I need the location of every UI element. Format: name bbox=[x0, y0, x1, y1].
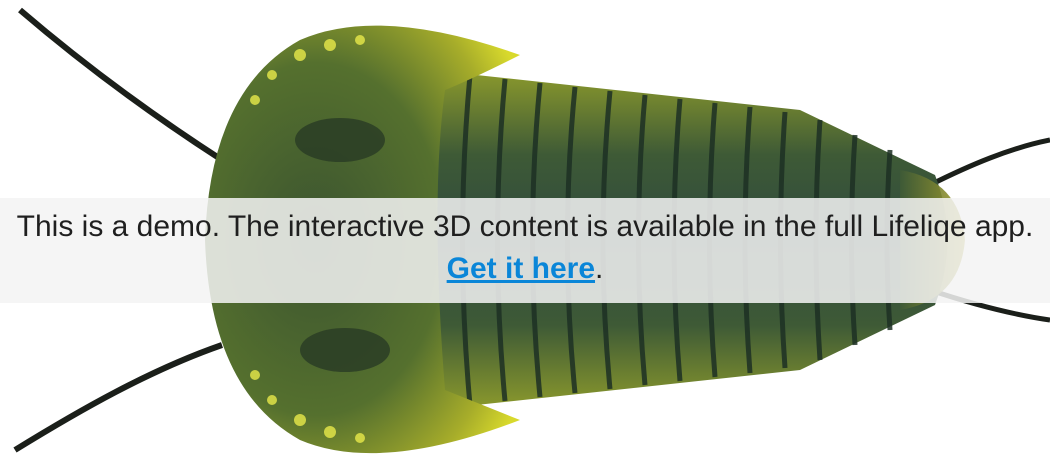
eye-lower bbox=[300, 328, 390, 372]
demo-notice-link-line: Get it here. bbox=[0, 248, 1050, 290]
demo-notice-message: This is a demo. The interactive 3D conte… bbox=[16, 210, 1034, 243]
demo-notice: This is a demo. The interactive 3D conte… bbox=[0, 206, 1050, 290]
antenna-bottom-left bbox=[13, 342, 223, 453]
antenna-top-left bbox=[18, 7, 224, 163]
demo-notice-trailing: . bbox=[595, 252, 604, 285]
get-it-here-link[interactable]: Get it here bbox=[447, 252, 595, 285]
eye-upper bbox=[295, 118, 385, 162]
antenna-right-upper bbox=[928, 137, 1050, 188]
